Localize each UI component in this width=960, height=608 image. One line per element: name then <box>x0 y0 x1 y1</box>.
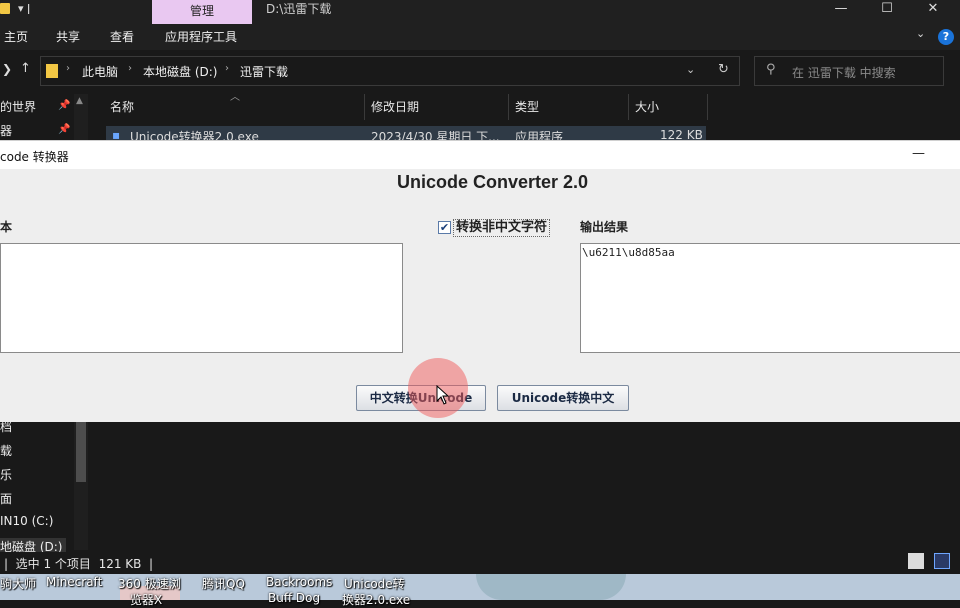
address-dropdown-icon[interactable]: ⌄ <box>686 63 695 76</box>
quick-access-dropdown-icon[interactable]: ▾ ǀ <box>18 2 30 15</box>
breadcrumb-separator-icon[interactable]: › <box>225 63 229 74</box>
input-label: 本 <box>0 220 13 234</box>
wallpaper-shape <box>476 574 626 600</box>
mouse-pointer-icon <box>436 385 450 405</box>
chinese-to-unicode-button[interactable]: 中文转换Unicode <box>356 385 486 411</box>
column-header-type[interactable]: 类型 <box>515 98 539 118</box>
minimize-icon[interactable]: — <box>818 0 864 20</box>
nav-item-music[interactable]: 乐 <box>0 466 12 483</box>
search-icon: ⚲ <box>766 62 776 77</box>
refresh-icon[interactable]: ↻ <box>718 62 729 77</box>
output-textarea[interactable] <box>580 243 960 353</box>
nav-scrollbar-thumb[interactable] <box>76 420 86 482</box>
convert-non-chinese-checkbox[interactable]: ✔ <box>438 221 451 234</box>
ribbon-tab-home[interactable]: 主页 <box>4 24 28 50</box>
window-title: D:\迅雷下载 <box>266 2 332 16</box>
output-label: 输出结果 <box>580 220 629 234</box>
details-view-icon[interactable] <box>908 553 924 569</box>
explorer-titlebar <box>0 0 960 24</box>
desktop-icon-label[interactable]: Unicode转 <box>344 575 405 592</box>
column-divider[interactable] <box>707 94 708 120</box>
manage-tab[interactable]: 管理 <box>152 0 252 24</box>
sort-ascending-icon: ︿ <box>230 92 240 103</box>
checkbox-label[interactable]: 转换非中文字符 <box>453 219 551 237</box>
pin-icon: 📌 <box>58 100 71 111</box>
folder-icon <box>46 64 58 78</box>
scroll-up-arrow-icon[interactable]: ▲ <box>76 96 83 106</box>
maximize-icon[interactable]: ☐ <box>864 0 910 20</box>
nav-item-downloads[interactable]: 载 <box>0 442 12 459</box>
breadcrumb-drive-d[interactable]: 本地磁盘 (D:) <box>143 63 217 80</box>
large-icons-view-icon[interactable] <box>934 553 950 569</box>
desktop-icon-label[interactable]: 360 极速浏 <box>118 575 181 592</box>
desktop-icon-label[interactable]: 驹大师 <box>0 575 36 592</box>
breadcrumb-separator-icon[interactable]: › <box>66 63 70 74</box>
desktop-icon-label[interactable]: Backrooms <box>266 575 332 589</box>
input-textarea[interactable] <box>0 243 403 353</box>
back-chevron-icon[interactable]: ❯ <box>2 62 12 76</box>
column-header-name[interactable]: 名称 <box>110 98 134 118</box>
breadcrumb-this-pc[interactable]: 此电脑 <box>82 63 118 80</box>
breadcrumb-separator-icon[interactable]: › <box>128 63 132 74</box>
search-placeholder: 在 迅雷下载 中搜索 <box>792 66 896 80</box>
column-divider[interactable] <box>364 94 365 120</box>
desktop-icon-label[interactable]: Minecraft <box>46 575 102 589</box>
quick-access-folder-icon[interactable] <box>0 3 10 14</box>
nav-item-desktop[interactable]: 面 <box>0 490 12 507</box>
dialog-titlebar[interactable] <box>0 141 960 169</box>
nav-item-minecraft-world[interactable]: 的世界 <box>0 98 36 115</box>
help-icon[interactable]: ? <box>938 29 954 45</box>
column-divider[interactable] <box>628 94 629 120</box>
nav-item-converter[interactable]: 器 <box>0 122 12 139</box>
nav-item-drive-c[interactable]: IN10 (C:) <box>0 514 53 528</box>
ribbon <box>0 24 960 50</box>
breadcrumb-xunlei[interactable]: 迅雷下载 <box>240 63 288 80</box>
column-header-date[interactable]: 修改日期 <box>371 98 419 118</box>
ribbon-tab-share[interactable]: 共享 <box>56 24 80 50</box>
unicode-to-chinese-button[interactable]: Unicode转换中文 <box>497 385 629 411</box>
status-text: | 选中 1 个项目 121 KB | <box>4 557 154 571</box>
pin-icon: 📌 <box>58 124 71 135</box>
output-value: \u6211\u8d85aa <box>582 246 675 259</box>
column-header-size[interactable]: 大小 <box>635 98 659 118</box>
dialog-minimize-icon[interactable]: — <box>912 146 925 161</box>
dialog-title: code 转换器 <box>0 150 69 164</box>
chevron-down-icon[interactable]: ⌄ <box>916 27 925 40</box>
close-icon[interactable]: ✕ <box>910 0 956 20</box>
ribbon-tab-view[interactable]: 查看 <box>110 24 134 50</box>
desktop-icon-label[interactable]: 腾讯QQ <box>202 575 245 592</box>
column-divider[interactable] <box>508 94 509 120</box>
up-arrow-icon[interactable]: ↑ <box>20 61 31 76</box>
dialog-heading: Unicode Converter 2.0 <box>396 172 589 192</box>
ribbon-tab-app-tools[interactable]: 应用程序工具 <box>165 24 237 50</box>
desktop-icon-label[interactable]: Buff Dog <box>268 591 320 605</box>
